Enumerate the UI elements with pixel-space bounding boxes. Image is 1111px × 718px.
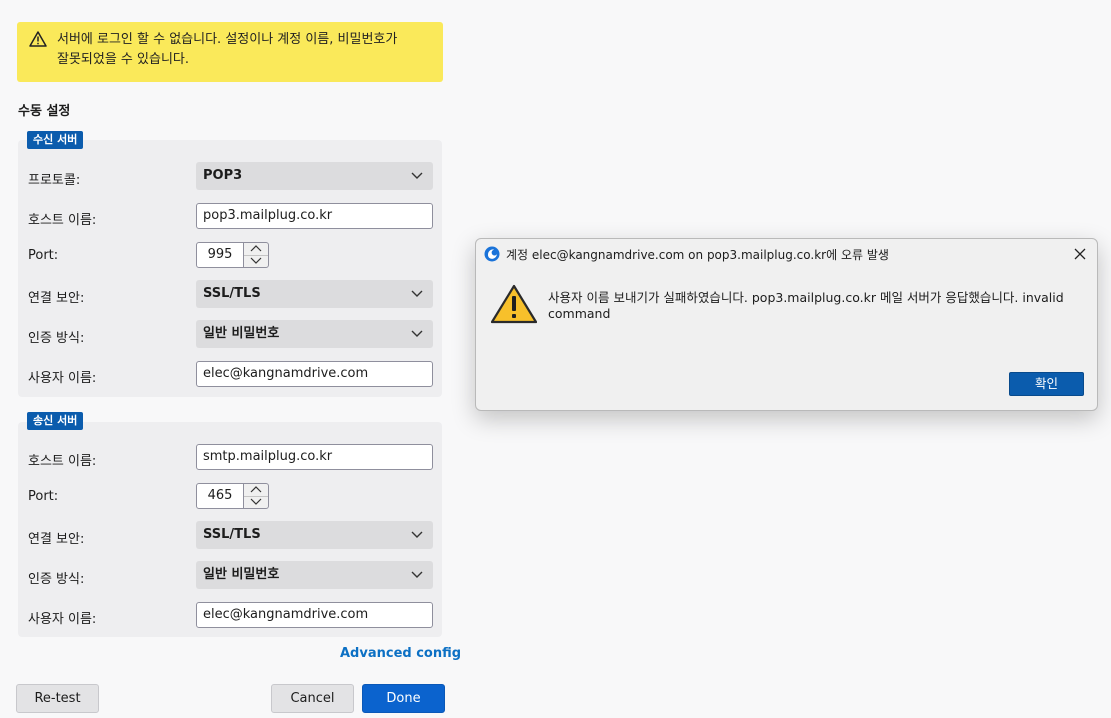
advanced-config-link[interactable]: Advanced config bbox=[340, 646, 461, 661]
outgoing-username-label: 사용자 이름: bbox=[28, 612, 97, 627]
incoming-hostname-input[interactable]: pop3.mailplug.co.kr bbox=[196, 203, 433, 229]
login-error-banner: 서버에 로그인 할 수 없습니다. 설정이나 계정 이름, 비밀번호가 잘못되었… bbox=[17, 22, 443, 82]
warning-triangle-icon bbox=[491, 284, 537, 324]
incoming-security-value: SSL/TLS bbox=[203, 286, 261, 301]
outgoing-port-input[interactable]: 465 bbox=[196, 483, 244, 509]
protocol-label: 프로토콜: bbox=[28, 173, 81, 188]
port-decrement-button[interactable] bbox=[244, 496, 268, 508]
chevron-down-icon bbox=[250, 257, 262, 264]
chevron-down-icon bbox=[411, 571, 423, 578]
outgoing-hostname-label: 호스트 이름: bbox=[28, 454, 97, 469]
outgoing-security-value: SSL/TLS bbox=[203, 527, 261, 542]
warning-triangle-icon bbox=[29, 31, 47, 47]
chevron-down-icon bbox=[411, 531, 423, 538]
outgoing-server-badge: 송신 서버 bbox=[27, 412, 84, 430]
chevron-down-icon bbox=[250, 498, 262, 505]
outgoing-port-label: Port: bbox=[28, 489, 59, 504]
port-decrement-button[interactable] bbox=[244, 255, 268, 267]
dialog-title: 계정 elec@kangnamdrive.com on pop3.mailplu… bbox=[506, 248, 889, 262]
protocol-select[interactable]: POP3 bbox=[196, 162, 433, 190]
dialog-message-line2: command bbox=[548, 306, 611, 321]
thunderbird-icon bbox=[484, 246, 500, 262]
outgoing-auth-value: 일반 비밀번호 bbox=[203, 567, 280, 582]
outgoing-port-stepper bbox=[243, 483, 269, 509]
retest-button[interactable]: Re-test bbox=[16, 684, 99, 713]
incoming-security-select[interactable]: SSL/TLS bbox=[196, 280, 433, 308]
dialog-titlebar[interactable]: 계정 elec@kangnamdrive.com on pop3.mailplu… bbox=[476, 239, 1097, 269]
outgoing-auth-label: 인증 방식: bbox=[28, 572, 85, 587]
outgoing-auth-select[interactable]: 일반 비밀번호 bbox=[196, 561, 433, 589]
done-button[interactable]: Done bbox=[362, 684, 445, 713]
cancel-button[interactable]: Cancel bbox=[271, 684, 354, 713]
incoming-auth-label: 인증 방식: bbox=[28, 331, 85, 346]
incoming-port-input[interactable]: 995 bbox=[196, 242, 244, 268]
protocol-select-value: POP3 bbox=[203, 168, 243, 183]
chevron-down-icon bbox=[411, 172, 423, 179]
banner-text-line1: 서버에 로그인 할 수 없습니다. 설정이나 계정 이름, 비밀번호가 bbox=[57, 32, 398, 47]
incoming-auth-select[interactable]: 일반 비밀번호 bbox=[196, 320, 433, 348]
outgoing-username-input[interactable]: elec@kangnamdrive.com bbox=[196, 602, 433, 628]
chevron-up-icon bbox=[250, 486, 262, 493]
incoming-port-label: Port: bbox=[28, 248, 59, 263]
incoming-port-stepper bbox=[243, 242, 269, 268]
incoming-auth-value: 일반 비밀번호 bbox=[203, 326, 280, 341]
banner-text-line2: 잘못되었을 수 있습니다. bbox=[57, 52, 189, 67]
error-dialog: 계정 elec@kangnamdrive.com on pop3.mailplu… bbox=[475, 238, 1098, 411]
manual-setup-title: 수동 설정 bbox=[18, 104, 71, 119]
incoming-server-badge: 수신 서버 bbox=[27, 131, 84, 149]
close-icon[interactable] bbox=[1071, 245, 1089, 263]
incoming-username-input[interactable]: elec@kangnamdrive.com bbox=[196, 361, 433, 387]
incoming-hostname-label: 호스트 이름: bbox=[28, 213, 97, 228]
outgoing-hostname-input[interactable]: smtp.mailplug.co.kr bbox=[196, 444, 433, 470]
incoming-security-label: 연결 보안: bbox=[28, 291, 85, 306]
dialog-message-line1: 사용자 이름 보내기가 실패하였습니다. pop3.mailplug.co.kr… bbox=[548, 290, 1064, 305]
chevron-down-icon bbox=[411, 290, 423, 297]
incoming-username-label: 사용자 이름: bbox=[28, 371, 97, 386]
chevron-up-icon bbox=[250, 245, 262, 252]
chevron-down-icon bbox=[411, 330, 423, 337]
outgoing-security-select[interactable]: SSL/TLS bbox=[196, 521, 433, 549]
outgoing-security-label: 연결 보안: bbox=[28, 532, 85, 547]
dialog-message: 사용자 이름 보내기가 실패하였습니다. pop3.mailplug.co.kr… bbox=[548, 290, 1068, 322]
ok-button[interactable]: 확인 bbox=[1009, 372, 1084, 396]
